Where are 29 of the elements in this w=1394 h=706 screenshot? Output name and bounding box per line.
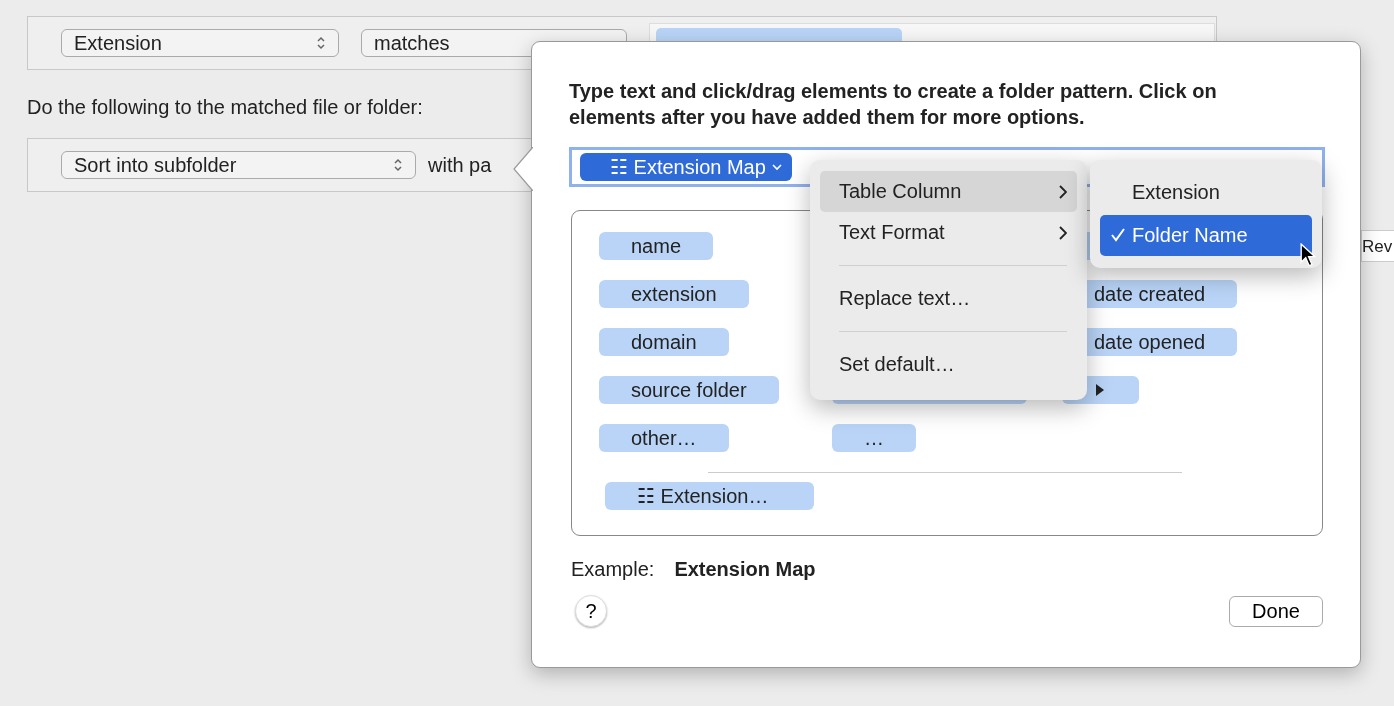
element-token[interactable]: name [599,232,714,260]
menu-item[interactable]: Table Column [820,171,1077,212]
pattern-token[interactable]: ☷ Extension Map [580,153,792,181]
triangle-icon [1096,384,1104,396]
element-token[interactable]: extension [599,280,749,308]
instructions-text: Type text and click/drag elements to create a folder pattern. Click on elements after you have added them for more options. [569,79,1218,130]
up-down-icon [316,35,326,51]
checkmark-icon [1110,227,1126,244]
example-value: Extension Map [674,558,816,581]
element-token[interactable]: ☷ Extension… [605,482,815,510]
action-popup[interactable]: Sort into subfolder [61,151,416,179]
side-button[interactable]: Rev [1361,230,1394,262]
chevron-right-icon [1059,225,1067,240]
submenu-item[interactable]: Folder Name [1100,214,1312,256]
menu-item[interactable]: Text Format [820,212,1077,253]
element-token[interactable]: domain [599,328,729,356]
element-token[interactable]: other… [599,424,729,452]
help-button[interactable]: ? [575,595,607,627]
element-token[interactable]: source folder [599,376,779,404]
with-label: with pa [428,153,492,177]
up-down-icon [393,157,403,173]
done-button[interactable]: Done [1229,595,1323,627]
attribute-popup[interactable]: Extension [61,29,339,57]
section-label: Do the following to the matched file or folder: [27,96,423,119]
cursor-icon [1300,243,1316,268]
element-token[interactable]: … [832,424,916,452]
chevron-down-icon [771,163,782,171]
chevron-right-icon [1059,184,1067,199]
example-label: Example: [571,558,655,581]
